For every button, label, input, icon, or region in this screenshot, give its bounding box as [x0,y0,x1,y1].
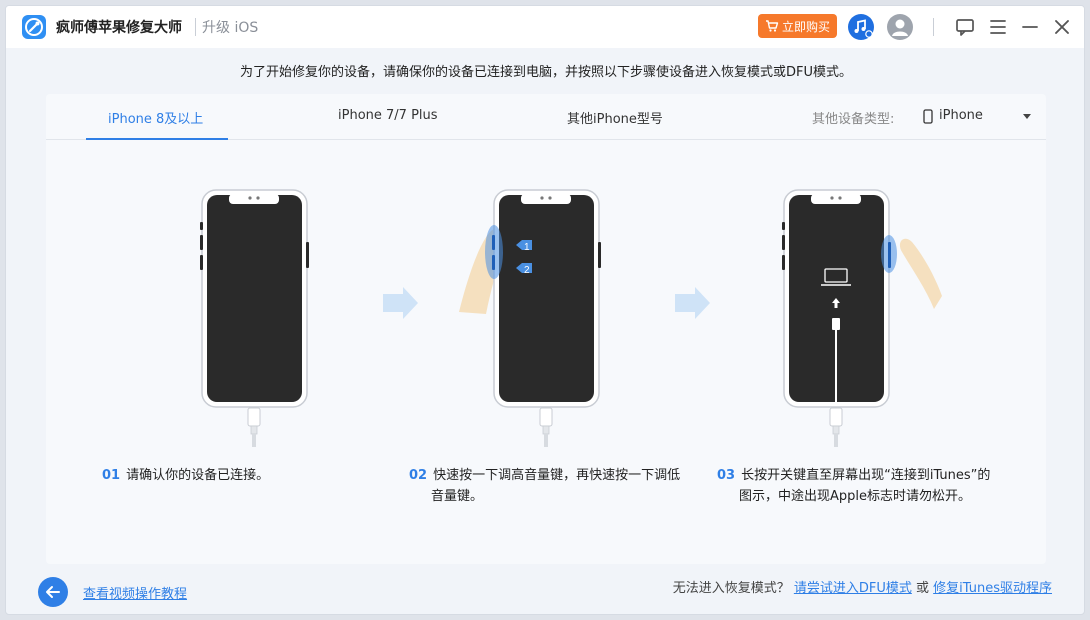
video-tutorial-link[interactable]: 查看视频操作教程 [83,583,187,602]
phone-illustration-2 [459,189,601,447]
back-button[interactable] [38,577,68,607]
step-2-number: 02 [409,468,428,483]
step2-badge-2: 2 [524,265,530,276]
buy-now-button[interactable]: 立即购买 [758,14,837,38]
dfu-mode-link[interactable]: 请尝试进入DFU模式 [794,581,912,596]
minimize-icon[interactable] [1018,15,1042,39]
music-icon[interactable] [848,14,874,40]
step2-badge-1: 1 [524,242,530,253]
footer-help: 无法进入恢复模式？ 请尝试进入DFU模式 或 修复iTunes驱动程序 [673,577,1052,596]
arrow-right-icon [383,287,418,319]
cart-icon [765,20,779,32]
arrow-left-icon [46,586,60,598]
arrow-right-icon [675,287,710,319]
fix-itunes-driver-link[interactable]: 修复iTunes驱动程序 [933,581,1052,596]
footer-question: 无法进入恢复模式？ [672,581,790,596]
buy-now-label: 立即购买 [781,19,830,34]
app-logo-icon [22,15,46,39]
step-3-number: 03 [717,468,736,483]
app-subtitle: 升级 iOS [202,20,259,36]
app-title: 疯师傅苹果修复大师 [56,20,182,36]
step-1-number: 01 [102,468,121,483]
avatar-icon[interactable] [887,14,913,40]
step-2-caption: 02 快速按一下调高音量键，再快速按一下调低音量键。 [409,465,681,507]
instruction-text: 为了开始修复你的设备，请确保你的设备已连接到电脑，并按照以下步骤使设备进入恢复模… [239,65,852,80]
step-3-caption: 03 长按开关键直至屏幕出现“连接到iTunes”的图示，中途出现Apple标志时… [717,465,995,507]
menu-icon[interactable] [986,15,1010,39]
step-1-caption: 01 请确认你的设备已连接。 [102,465,352,486]
title-divider [195,18,196,36]
close-icon[interactable] [1050,15,1074,39]
title-bar: 疯师傅苹果修复大师 升级 iOS 立即购买 [6,6,1084,48]
instruction-panel: iPhone 8及以上 iPhone 7/7 Plus 其他iPhone型号 其… [46,94,1046,564]
app-window: 疯师傅苹果修复大师 升级 iOS 立即购买 为了开始修复你的设备，请确保你的设备… [5,5,1085,615]
chat-icon[interactable] [953,15,977,39]
step-1-text: 请确认你的设备已连接。 [126,468,270,483]
step-2-text: 快速按一下调高音量键，再快速按一下调低音量键。 [431,468,681,504]
phone-illustration-1 [200,189,309,447]
footer-or: 或 [916,581,930,596]
toolbar-divider [933,18,934,36]
step-3-text: 长按开关键直至屏幕出现“连接到iTunes”的图示，中途出现Apple标志时请勿… [739,468,991,504]
phone-illustration-3 [782,189,942,447]
